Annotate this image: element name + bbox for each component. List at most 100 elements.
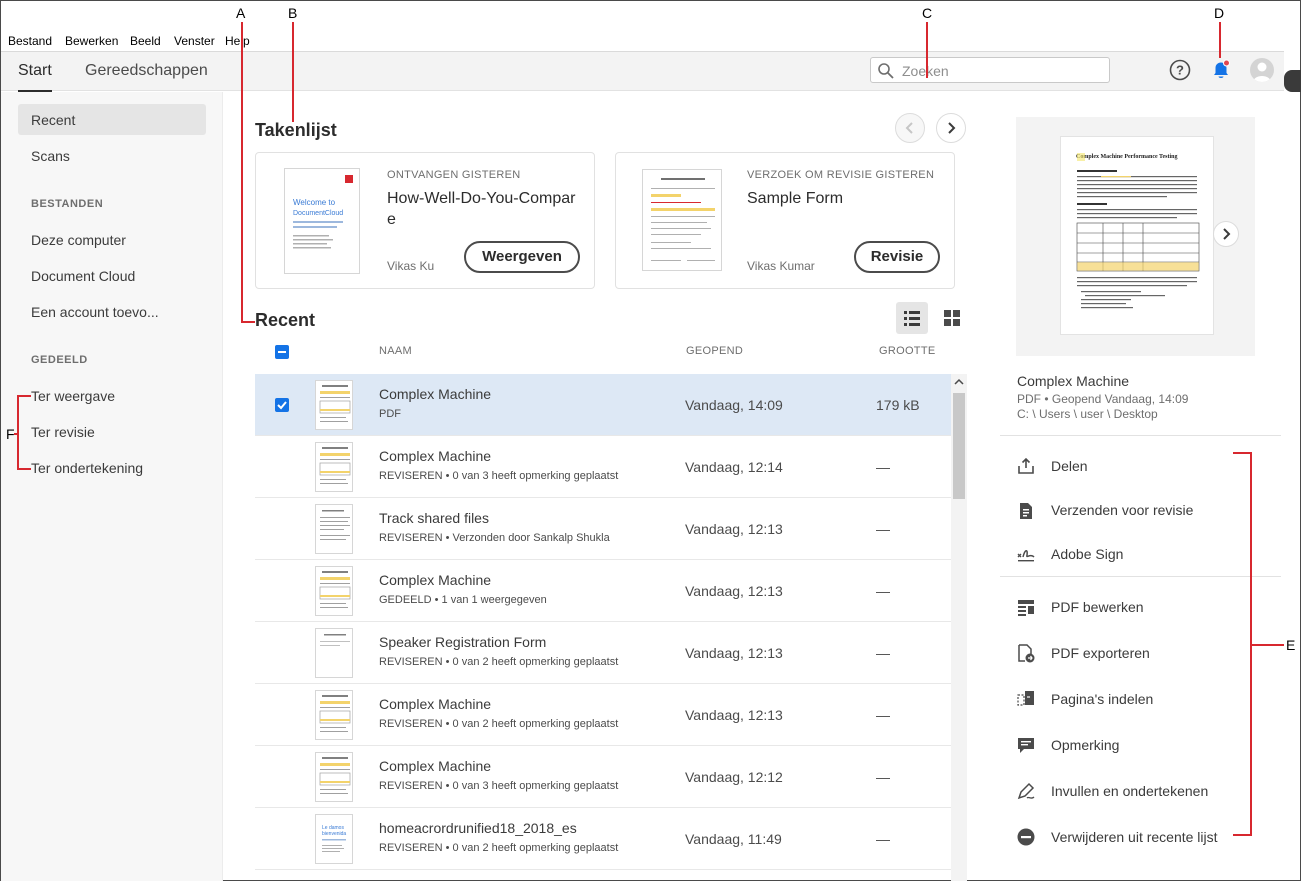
nav-item-this-computer[interactable]: Deze computer — [31, 232, 126, 248]
row-subtitle: REVISEREN • Verzonden door Sankalp Shukl… — [379, 532, 610, 544]
row-name: Speaker Registration Form — [379, 634, 547, 650]
annotation-label-c: C — [922, 5, 933, 21]
row-opened: Vandaag, 12:13 — [685, 707, 783, 723]
document-thumbnail — [315, 628, 353, 678]
tab-bar: Start Gereedschappen Zoeken ? — [1, 51, 1284, 92]
row-size: 179 kB — [876, 397, 920, 413]
table-row[interactable]: Complex Machine REVISEREN • 0 van 2 heef… — [255, 684, 951, 746]
notification-bell-icon[interactable] — [1210, 59, 1232, 81]
preview-next-button[interactable] — [1213, 221, 1239, 247]
document-thumbnail — [315, 566, 353, 616]
nav-item-document-cloud[interactable]: Document Cloud — [31, 268, 135, 284]
document-thumbnail: Welcome to DocumentCloud — [284, 168, 360, 274]
nav-item-for-sign[interactable]: Ter ondertekening — [31, 460, 143, 476]
annotation-label-b: B — [288, 5, 298, 21]
nav-item-for-view[interactable]: Ter weergave — [31, 388, 115, 404]
table-row[interactable]: Complex Machine REVISEREN • 0 van 3 heef… — [255, 746, 951, 808]
annotation-line-b — [292, 22, 294, 122]
column-opened[interactable]: GEOPEND — [686, 345, 743, 357]
action-comment[interactable]: Opmerking — [1051, 737, 1119, 753]
action-send-for-review[interactable]: Verzenden voor revisie — [1051, 502, 1193, 518]
annotation-line-e — [1250, 644, 1284, 646]
row-checkbox[interactable] — [275, 398, 289, 412]
send-for-review-icon — [1020, 503, 1032, 519]
nav-item-scans[interactable]: Scans — [31, 148, 70, 164]
minus-icon — [278, 351, 286, 353]
share-icon — [1018, 457, 1034, 474]
nav-item-add-account[interactable]: Een account toevo... — [31, 304, 159, 320]
task-card[interactable]: Welcome to DocumentCloud ONTVANGEN GISTER… — [255, 152, 595, 289]
action-edit-pdf[interactable]: PDF bewerken — [1051, 599, 1144, 615]
select-all-checkbox[interactable] — [275, 345, 289, 359]
card-name: Sample Form — [747, 190, 844, 207]
avatar[interactable] — [1250, 58, 1274, 82]
help-icon[interactable]: ? — [1169, 59, 1191, 81]
card-type: VERZOEK OM REVISIE GISTEREN — [747, 169, 935, 181]
row-size: — — [876, 583, 890, 599]
preview-file-path: C: \ Users \ user \ Desktop — [1017, 407, 1158, 421]
table-row[interactable]: Track shared files REVISEREN • Verzonden… — [255, 498, 951, 560]
row-subtitle: REVISEREN • 0 van 3 heeft opmerking gepl… — [379, 470, 619, 482]
fill-and-sign-icon — [1017, 782, 1035, 800]
tasklist-next-button[interactable] — [936, 113, 966, 143]
table-row[interactable]: Complex Machine PDF Vandaag, 14:09 179 k… — [255, 374, 951, 436]
action-share[interactable]: Delen — [1051, 458, 1088, 474]
recent-title: Recent — [255, 310, 316, 330]
nav-item-for-review[interactable]: Ter revisie — [31, 424, 95, 440]
scroll-up-icon[interactable] — [954, 377, 964, 387]
adobe-sign-icon — [1017, 550, 1035, 562]
document-thumbnail: Le damos bienvenida — [315, 814, 353, 864]
svg-text:bienvenida: bienvenida — [322, 831, 346, 837]
grid-view-icon — [944, 310, 960, 326]
annotation-label-e: E — [1286, 637, 1296, 653]
remove-icon — [1017, 828, 1035, 846]
grid-view-button[interactable] — [936, 302, 968, 334]
menu-bar: Bestand Bewerken Beeld Venster Help — [1, 31, 1284, 51]
row-opened: Vandaag, 11:49 — [685, 831, 782, 847]
table-row[interactable]: Complex Machine REVISEREN • 0 van 3 heef… — [255, 436, 951, 498]
annotation-label-d: D — [1214, 5, 1225, 21]
edit-pdf-icon — [1018, 600, 1034, 616]
action-adobe-sign[interactable]: Adobe Sign — [1051, 546, 1123, 562]
table-row[interactable]: Complex Machine GEDEELD • 1 van 1 weerge… — [255, 560, 951, 622]
table-row[interactable]: Speaker Registration Form REVISEREN • 0 … — [255, 622, 951, 684]
annotation-line-c — [926, 22, 928, 78]
row-size: — — [876, 521, 890, 537]
column-size[interactable]: GROOTTE — [879, 345, 936, 357]
task-card[interactable]: VERZOEK OM REVISIE GISTEREN Sample Form … — [615, 152, 955, 289]
view-button[interactable]: Weergeven — [464, 241, 580, 273]
row-name: Complex Machine — [379, 758, 492, 774]
tab-tools[interactable]: Gereedschappen — [85, 62, 208, 80]
menu-edit[interactable]: Bewerken — [65, 34, 118, 48]
export-pdf-icon — [1018, 644, 1035, 663]
column-name[interactable]: NAAM — [379, 345, 412, 357]
action-export-pdf[interactable]: PDF exporteren — [1051, 645, 1150, 661]
list-view-button[interactable] — [896, 302, 928, 334]
search-input[interactable]: Zoeken — [870, 57, 1110, 83]
action-organize-pages[interactable]: Pagina's indelen — [1051, 691, 1153, 707]
row-size: — — [876, 459, 890, 475]
tasklist-prev-button[interactable] — [895, 113, 925, 143]
menu-help[interactable]: Help — [225, 34, 250, 48]
table-row[interactable]: Le damos bienvenida homeacrordrunified18_… — [255, 808, 951, 870]
row-opened: Vandaag, 12:13 — [685, 521, 783, 537]
review-button[interactable]: Revisie — [854, 241, 940, 273]
annotation-bracket-e — [1233, 834, 1252, 836]
menu-window[interactable]: Venster — [174, 34, 215, 48]
document-thumbnail — [315, 690, 353, 740]
tasklist-title: Takenlijst — [255, 120, 337, 140]
action-fill-and-sign[interactable]: Invullen en ondertekenen — [1051, 783, 1208, 799]
menu-view[interactable]: Beeld — [130, 34, 161, 48]
annotation-line-a — [241, 22, 243, 323]
scrollbar-thumb[interactable] — [953, 393, 965, 499]
divider — [1000, 576, 1281, 577]
tab-start[interactable]: Start — [18, 62, 52, 92]
menu-file[interactable]: Bestand — [8, 34, 52, 48]
preview-page: Complex Machine Performance Testing — [1060, 136, 1214, 335]
row-name: Complex Machine — [379, 696, 492, 712]
row-size: — — [876, 831, 890, 847]
check-icon — [277, 401, 287, 410]
nav-item-recent[interactable]: Recent — [31, 112, 75, 128]
preview-file-meta: PDF • Geopend Vandaag, 14:09 — [1017, 392, 1189, 406]
action-remove-from-recent[interactable]: Verwijderen uit recente lijst — [1051, 829, 1218, 845]
